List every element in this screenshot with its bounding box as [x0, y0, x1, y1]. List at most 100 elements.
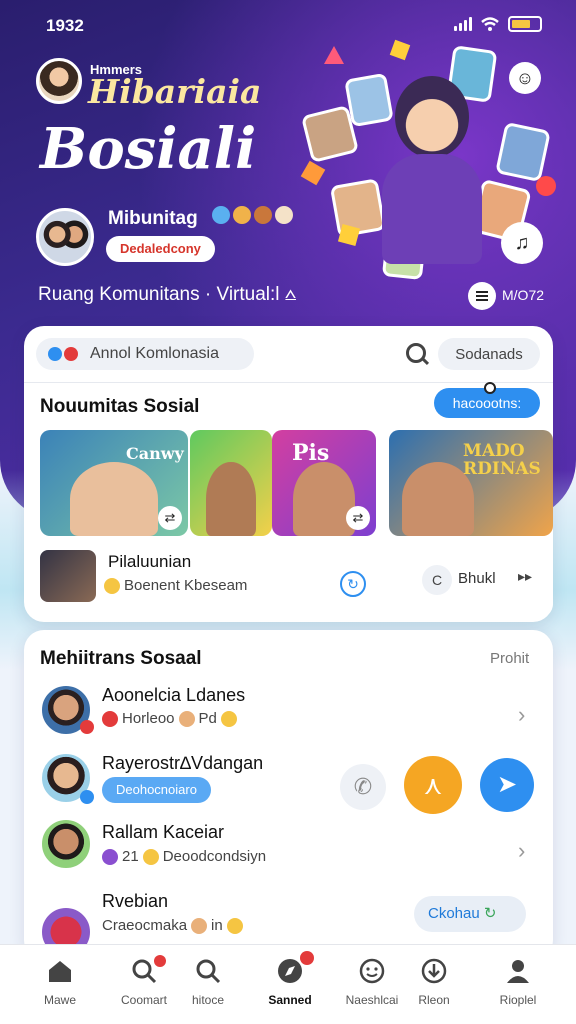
community-tile[interactable] — [190, 430, 272, 536]
recommendation-meta: Horleoo Pd — [102, 710, 237, 727]
share-icon[interactable]: ⇄ — [346, 506, 370, 530]
recommendation-meta-text: Pd — [198, 710, 217, 727]
more-icon[interactable]: ▸▸ — [518, 568, 532, 585]
emoji-icon — [142, 848, 159, 865]
connect-label: Ckohau — [428, 905, 480, 922]
shape-icon — [324, 46, 344, 64]
refresh-icon[interactable]: C — [422, 565, 452, 595]
group-meta: Boenent Kbeseam — [104, 577, 247, 594]
tab-comment[interactable]: Coomart — [108, 945, 180, 1024]
search-icon[interactable] — [406, 343, 426, 363]
profile-name: Mibunitag — [108, 208, 198, 229]
music-button[interactable]: ♫ — [501, 222, 543, 264]
tab-download[interactable]: Rleon — [398, 945, 470, 1024]
recommendation-name: Rayerostr∆Vdangan — [102, 753, 264, 773]
side-card-label: Bhukl — [458, 570, 496, 587]
app-title: Bosiali — [40, 116, 257, 182]
photo-card — [344, 72, 394, 128]
emoji-icon — [178, 710, 195, 727]
community-tile[interactable]: Canwy ⇄ — [40, 430, 188, 536]
send-button[interactable]: ➤ — [480, 758, 534, 812]
tab-search[interactable]: hitoce — [172, 945, 244, 1024]
tab-label: Rleon — [418, 993, 450, 1007]
share-button[interactable]: ⋏ — [404, 756, 462, 814]
status-icons — [454, 16, 542, 32]
hero-counter: M/O72 — [502, 287, 545, 303]
tab-label: Sanned — [268, 993, 312, 1007]
recommendation-meta: Craeocmaka in — [102, 917, 243, 934]
community-tile[interactable]: Pis ⇄ — [272, 430, 376, 536]
tab-label: Coomart — [120, 993, 167, 1007]
tab-label: Rioplel — [499, 993, 537, 1007]
emoji-icon — [254, 206, 272, 224]
recommendation-meta-text: Horleoo — [122, 710, 175, 727]
divider — [24, 382, 553, 383]
brand-avatar[interactable] — [36, 58, 82, 104]
tab-profile[interactable]: Rioplel — [482, 945, 554, 1024]
hero-subtitle: Ruang Komunitans · Virtual:l ⩟ — [38, 284, 297, 305]
person-image — [206, 461, 256, 536]
recommendation-name: Rallam Kaceiar — [102, 822, 225, 842]
character-body — [382, 154, 482, 264]
sync-icon[interactable]: ↻ — [340, 571, 366, 597]
profile-tag-pill[interactable]: Dedaledcony — [106, 236, 215, 262]
recommendation-tag[interactable]: Deohocnoiaro — [102, 777, 211, 803]
group-meta-text: Boenent Kbeseam — [124, 577, 248, 594]
brand-logo-icon — [48, 347, 62, 361]
brand-search-pill[interactable]: Annol Komlonasia — [36, 338, 254, 370]
profile-avatar[interactable] — [36, 208, 94, 266]
shape-icon — [337, 223, 361, 247]
recommendation-name: Rvebian — [102, 891, 169, 911]
recommendation-name: Aoonelcia Ldanes — [102, 685, 246, 705]
smile-icon — [359, 958, 385, 984]
share-icon[interactable]: ⇄ — [158, 506, 182, 530]
person-image — [292, 461, 356, 536]
profile-icon — [507, 960, 529, 983]
shape-icon — [536, 176, 556, 196]
community-tile[interactable]: MADO RDINAS — [389, 430, 553, 536]
smile-icon[interactable]: ☺ — [509, 62, 541, 94]
recommendations-link[interactable]: Prohit — [490, 650, 529, 667]
search-input[interactable] — [438, 338, 540, 370]
group-title: Pilaluunian — [108, 552, 192, 571]
emoji-icon — [102, 848, 118, 865]
badge-icon — [80, 790, 94, 804]
tab-label: hitoce — [191, 993, 225, 1007]
bottom-tab-bar: Mawe Coomart hitoce Sanned Naeshlcai Rle… — [0, 944, 576, 1024]
group-thumbnail[interactable] — [40, 550, 96, 602]
status-bar: 1932 — [0, 14, 576, 38]
chevron-right-icon[interactable]: › — [518, 838, 525, 864]
brand-logo-icon — [64, 347, 78, 361]
download-icon — [421, 958, 447, 984]
person-image — [69, 461, 159, 536]
profile-emojis — [212, 206, 293, 224]
call-button[interactable]: ✆ — [340, 764, 386, 810]
search-icon — [196, 959, 221, 984]
side-card[interactable]: MADO RDINAS — [389, 430, 553, 618]
avatar[interactable] — [40, 818, 92, 870]
chevron-right-icon[interactable]: › — [518, 702, 525, 728]
recommendation-meta-text: Craeocmaka — [102, 917, 188, 934]
emoji-icon — [220, 710, 237, 727]
battery-icon — [508, 16, 542, 32]
home-icon — [49, 961, 71, 982]
connect-button[interactable]: Ckohau ↻ — [414, 896, 526, 932]
shape-icon — [389, 39, 411, 61]
brand-search-label: Annol Komlonasia — [90, 345, 219, 362]
menu-icon[interactable] — [468, 282, 496, 310]
status-time: 1932 — [46, 16, 84, 35]
emoji-icon — [212, 206, 230, 224]
camera-icon — [484, 382, 496, 394]
notification-dot — [300, 951, 314, 965]
notification-dot — [154, 955, 166, 967]
brand-title: Hibariaia — [88, 72, 262, 111]
recommendation-meta-text: in — [211, 917, 223, 934]
emoji-icon — [233, 206, 251, 224]
emoji-icon — [226, 917, 243, 934]
tile-word: Canwy — [126, 444, 184, 463]
emoji-icon — [104, 577, 120, 594]
tile-word: Pis — [292, 440, 330, 466]
photo-card — [495, 121, 551, 183]
tab-saved[interactable]: Sanned — [254, 945, 326, 1024]
tab-home[interactable]: Mawe — [24, 945, 96, 1024]
